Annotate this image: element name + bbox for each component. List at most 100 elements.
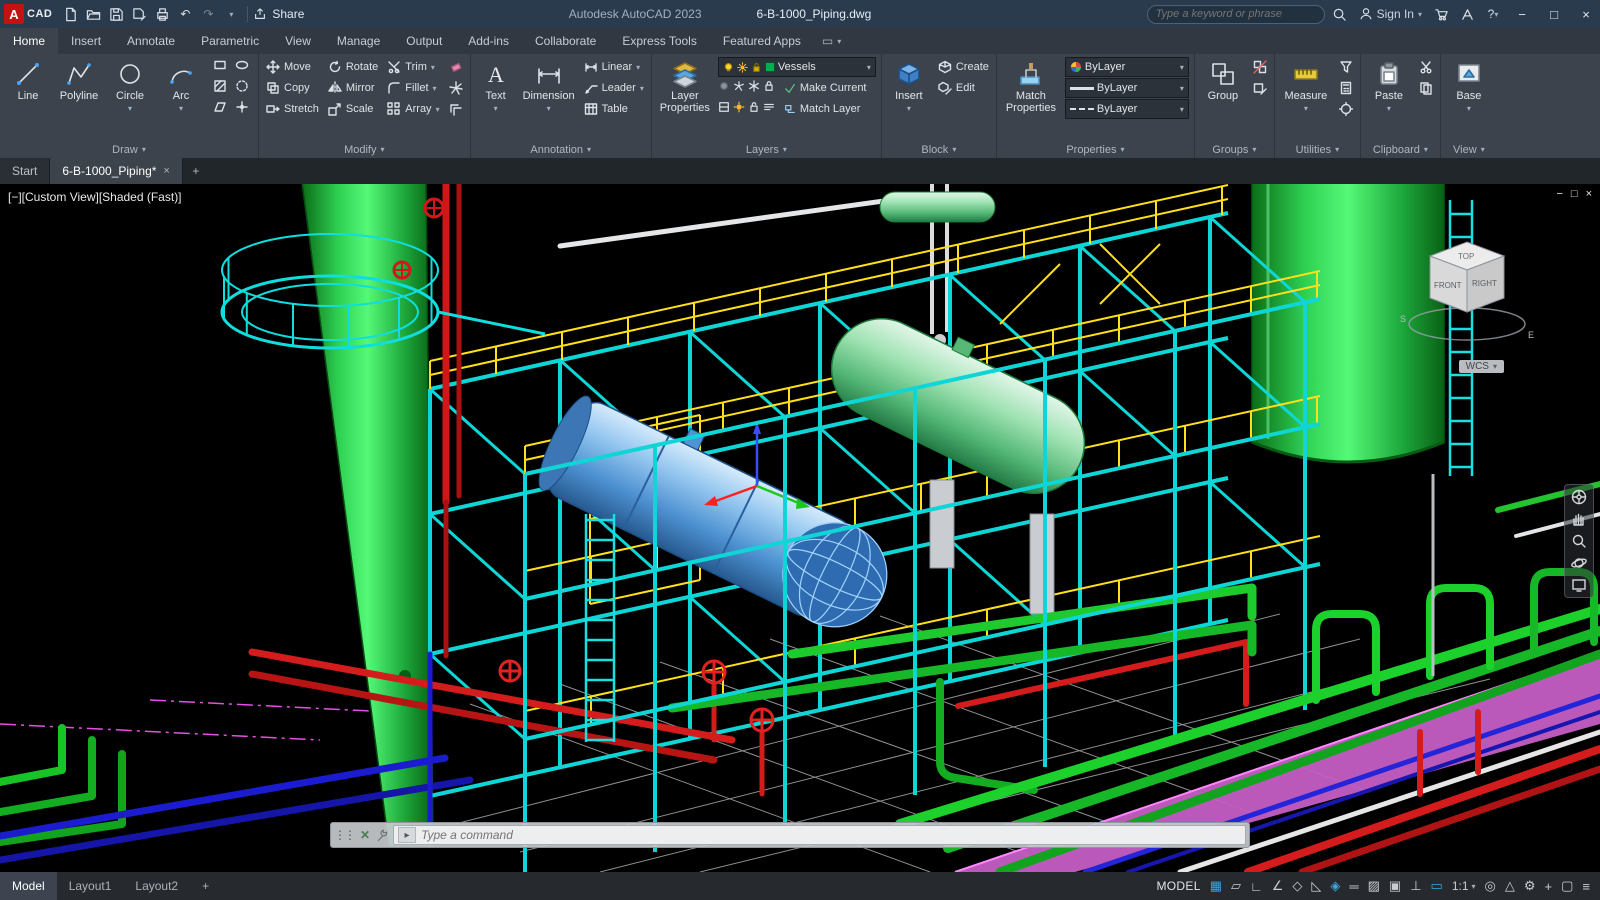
tab-manage[interactable]: Manage bbox=[324, 28, 393, 54]
group-edit-button[interactable] bbox=[1251, 78, 1269, 98]
minimize-button[interactable]: − bbox=[1508, 0, 1536, 28]
autodesk-account-button[interactable] bbox=[1456, 3, 1478, 25]
grid-display-toggle[interactable]: ▦ bbox=[1210, 878, 1222, 894]
new-file-button[interactable] bbox=[59, 3, 81, 25]
tab-collaborate[interactable]: Collaborate bbox=[522, 28, 609, 54]
dynamic-input-toggle[interactable]: ▭ bbox=[1431, 878, 1443, 894]
tab-annotate[interactable]: Annotate bbox=[114, 28, 188, 54]
fillet-button[interactable]: Fillet ▾ bbox=[385, 78, 441, 98]
annotation-visibility-toggle[interactable]: ◎ bbox=[1485, 878, 1496, 894]
redo-button[interactable]: ↷ bbox=[197, 3, 219, 25]
circle-button[interactable]: Circle ▾ bbox=[107, 57, 153, 141]
id-point-button[interactable] bbox=[1337, 99, 1355, 119]
tab-home[interactable]: Home bbox=[0, 28, 59, 54]
make-current-button[interactable]: Make Current bbox=[782, 78, 869, 98]
ungroup-button[interactable] bbox=[1251, 57, 1269, 77]
viewport-minimize-icon[interactable]: − bbox=[1556, 188, 1562, 200]
tab-model[interactable]: Model bbox=[0, 872, 57, 900]
panel-label-view[interactable]: View ▾ bbox=[1441, 141, 1497, 158]
share-button[interactable]: Share bbox=[253, 7, 304, 21]
customize-wrench-icon[interactable] bbox=[376, 829, 389, 842]
copy-button[interactable]: Copy bbox=[264, 78, 321, 98]
show-motion-icon[interactable] bbox=[1570, 576, 1588, 594]
cut-button[interactable] bbox=[1417, 57, 1435, 77]
copy-clip-button[interactable] bbox=[1417, 78, 1435, 98]
maximize-button[interactable]: □ bbox=[1540, 0, 1568, 28]
app-store-button[interactable] bbox=[1430, 3, 1452, 25]
scale-button[interactable]: Scale bbox=[326, 99, 380, 119]
tab-view[interactable]: View bbox=[272, 28, 324, 54]
insert-button[interactable]: Insert ▾ bbox=[887, 57, 931, 141]
line-button[interactable]: Line bbox=[5, 57, 51, 141]
viewcube-east-label[interactable]: E bbox=[1528, 330, 1534, 340]
object-snap-toggle[interactable]: ◈ bbox=[1330, 878, 1340, 894]
edit-block-button[interactable]: Edit bbox=[936, 78, 991, 98]
close-tab-icon[interactable]: × bbox=[163, 165, 169, 177]
stretch-button[interactable]: Stretch bbox=[264, 99, 321, 119]
trim-button[interactable]: Trim ▾ bbox=[385, 57, 441, 77]
undo-button[interactable]: ↶ bbox=[174, 3, 196, 25]
panel-label-utilities[interactable]: Utilities ▾ bbox=[1275, 141, 1360, 158]
layer-match-icon-button[interactable] bbox=[763, 100, 775, 118]
layer-isolate-button[interactable] bbox=[733, 79, 745, 97]
orbit-icon[interactable] bbox=[1570, 554, 1588, 572]
rotate-button[interactable]: Rotate bbox=[326, 57, 380, 77]
rectangle-button[interactable] bbox=[213, 58, 227, 77]
save-as-button[interactable] bbox=[128, 3, 150, 25]
lineweight-toggle[interactable]: ═ bbox=[1349, 879, 1358, 894]
panel-label-annotation[interactable]: Annotation ▾ bbox=[471, 141, 651, 158]
new-drawing-tab-button[interactable]: + bbox=[183, 158, 209, 184]
panel-label-draw[interactable]: Draw ▾ bbox=[0, 141, 258, 158]
tab-parametric[interactable]: Parametric bbox=[188, 28, 272, 54]
qat-dropdown-button[interactable]: ▾ bbox=[220, 3, 242, 25]
tab-drawing[interactable]: 6-B-1000_Piping* × bbox=[50, 158, 183, 184]
polar-tracking-toggle[interactable]: ∠ bbox=[1272, 878, 1284, 894]
search-button[interactable] bbox=[1329, 3, 1351, 25]
viewcube-right-label[interactable]: RIGHT bbox=[1472, 279, 1497, 288]
panel-label-layers[interactable]: Layers ▾ bbox=[652, 141, 881, 158]
plot-button[interactable] bbox=[151, 3, 173, 25]
annotation-monitor-toggle[interactable]: + bbox=[1545, 879, 1553, 894]
close-button[interactable]: × bbox=[1572, 0, 1600, 28]
autoscale-toggle[interactable]: △ bbox=[1505, 878, 1515, 894]
new-layout-button[interactable]: + bbox=[190, 872, 221, 900]
ortho-mode-toggle[interactable]: ∟ bbox=[1250, 879, 1263, 894]
drawing-viewport[interactable]: [−][Custom View][Shaded (Fast)] − □ × TO… bbox=[0, 184, 1600, 872]
dynamic-ucs-toggle[interactable]: ⊥ bbox=[1410, 878, 1421, 894]
snap-mode-toggle[interactable]: ▱ bbox=[1231, 878, 1241, 894]
save-button[interactable] bbox=[105, 3, 127, 25]
layer-lock-button[interactable] bbox=[763, 79, 775, 97]
zoom-icon[interactable] bbox=[1570, 532, 1588, 550]
create-block-button[interactable]: Create bbox=[936, 57, 991, 77]
ribbon-display-toggle[interactable]: ▭ ▾ bbox=[814, 28, 849, 54]
layer-walk-button[interactable] bbox=[718, 100, 730, 118]
open-file-button[interactable] bbox=[82, 3, 104, 25]
layer-properties-button[interactable]: Layer Properties bbox=[657, 57, 713, 141]
wcs-dropdown[interactable]: WCS ▾ bbox=[1458, 360, 1504, 373]
paste-button[interactable]: Paste ▾ bbox=[1366, 57, 1412, 141]
linear-dimension-button[interactable]: Linear ▾ bbox=[582, 57, 646, 77]
viewcube[interactable]: TOP FRONT RIGHT S E bbox=[1392, 236, 1542, 353]
viewport-restore-icon[interactable]: □ bbox=[1571, 188, 1578, 200]
layer-unlock-button[interactable] bbox=[748, 100, 760, 118]
viewcube-south-label[interactable]: S bbox=[1400, 314, 1406, 324]
measure-button[interactable]: Measure ▾ bbox=[1280, 57, 1332, 141]
search-input[interactable] bbox=[1155, 8, 1316, 20]
polyline-button[interactable]: Polyline bbox=[56, 57, 102, 141]
offset-button[interactable] bbox=[447, 99, 465, 119]
viewport-close-icon[interactable]: × bbox=[1586, 188, 1592, 200]
tab-start[interactable]: Start bbox=[0, 158, 51, 184]
explode-button[interactable] bbox=[447, 78, 465, 98]
erase-button[interactable] bbox=[447, 57, 465, 77]
tab-addins[interactable]: Add-ins bbox=[455, 28, 522, 54]
command-drag-handle[interactable]: ⋮⋮ bbox=[334, 828, 356, 842]
move-button[interactable]: Move bbox=[264, 57, 321, 77]
tab-express-tools[interactable]: Express Tools bbox=[609, 28, 709, 54]
selection-cycling-toggle[interactable]: ▣ bbox=[1389, 878, 1401, 894]
layer-thaw-button[interactable] bbox=[733, 100, 745, 118]
panel-label-block[interactable]: Block ▾ bbox=[882, 141, 996, 158]
isometric-drafting-toggle[interactable]: ◇ bbox=[1292, 878, 1302, 894]
array-button[interactable]: Array ▾ bbox=[385, 99, 441, 119]
transparency-toggle[interactable]: ▨ bbox=[1368, 878, 1380, 894]
help-button[interactable]: ? ▾ bbox=[1482, 3, 1504, 25]
